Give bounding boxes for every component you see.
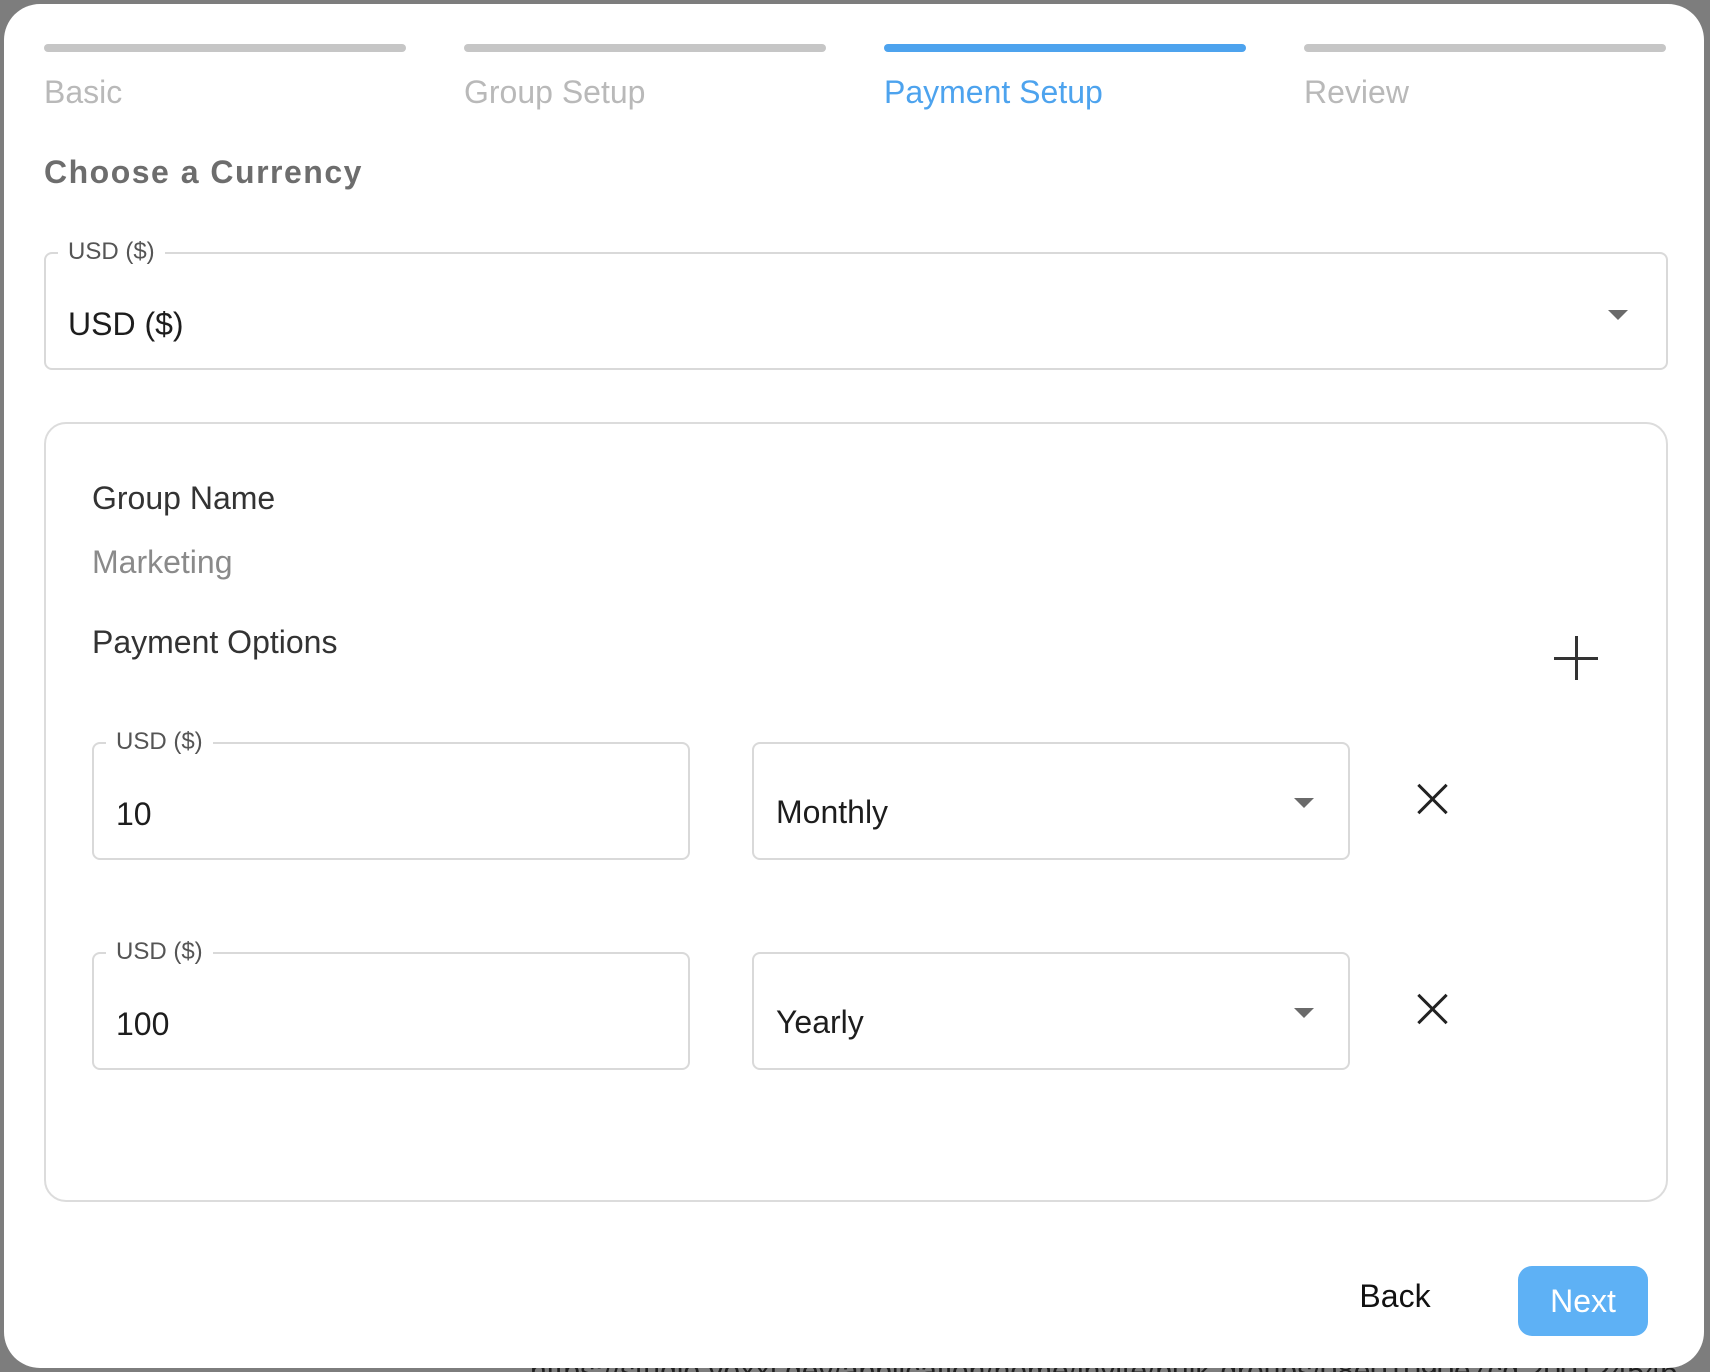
payment-amount-input[interactable]: USD ($) 10 — [92, 724, 690, 860]
step-progress-bar — [464, 44, 826, 52]
step-payment-setup[interactable]: Payment Setup — [884, 44, 1246, 111]
currency-select-legend: USD ($) — [58, 234, 165, 270]
step-progress-bar — [44, 44, 406, 52]
step-progress-bar — [1304, 44, 1666, 52]
payment-setup-dialog: Basic Group Setup Payment Setup Review C… — [4, 4, 1704, 1368]
back-button[interactable]: Back — [1340, 1266, 1450, 1326]
payment-amount-value: 10 — [116, 796, 152, 832]
billing-period-value: Yearly — [776, 1004, 864, 1040]
payment-amount-legend: USD ($) — [106, 724, 213, 760]
caret-down-icon — [1294, 798, 1314, 808]
step-review[interactable]: Review — [1304, 44, 1666, 111]
plus-icon[interactable] — [1554, 636, 1598, 680]
close-icon[interactable] — [1418, 994, 1448, 1024]
billing-period-value: Monthly — [776, 794, 889, 830]
currency-select[interactable]: USD ($) USD ($) — [44, 234, 1668, 370]
billing-period-select[interactable]: Yearly — [752, 952, 1350, 1070]
step-progress-bar — [884, 44, 1246, 52]
group-payment-card: Group Name Marketing Payment Options USD… — [44, 422, 1668, 1202]
payment-amount-legend: USD ($) — [106, 934, 213, 970]
step-group-setup[interactable]: Group Setup — [464, 44, 826, 111]
currency-select-value: USD ($) — [68, 306, 184, 342]
currency-section-title: Choose a Currency — [44, 154, 363, 190]
step-basic[interactable]: Basic — [44, 44, 406, 111]
caret-down-icon — [1294, 1008, 1314, 1018]
next-button[interactable]: Next — [1518, 1266, 1648, 1336]
step-label: Review — [1304, 74, 1409, 110]
group-name-label: Group Name — [92, 480, 276, 516]
wizard-stepper: Basic Group Setup Payment Setup Review — [44, 44, 1668, 124]
step-label: Basic — [44, 74, 123, 110]
payment-amount-input[interactable]: USD ($) 100 — [92, 934, 690, 1070]
close-icon[interactable] — [1418, 784, 1448, 814]
step-label: Payment Setup — [884, 74, 1103, 110]
step-label: Group Setup — [464, 74, 646, 110]
group-name-value: Marketing — [92, 544, 233, 580]
payment-options-label: Payment Options — [92, 624, 338, 660]
caret-down-icon — [1608, 310, 1628, 320]
billing-period-select[interactable]: Monthly — [752, 742, 1350, 860]
payment-amount-value: 100 — [116, 1006, 170, 1042]
